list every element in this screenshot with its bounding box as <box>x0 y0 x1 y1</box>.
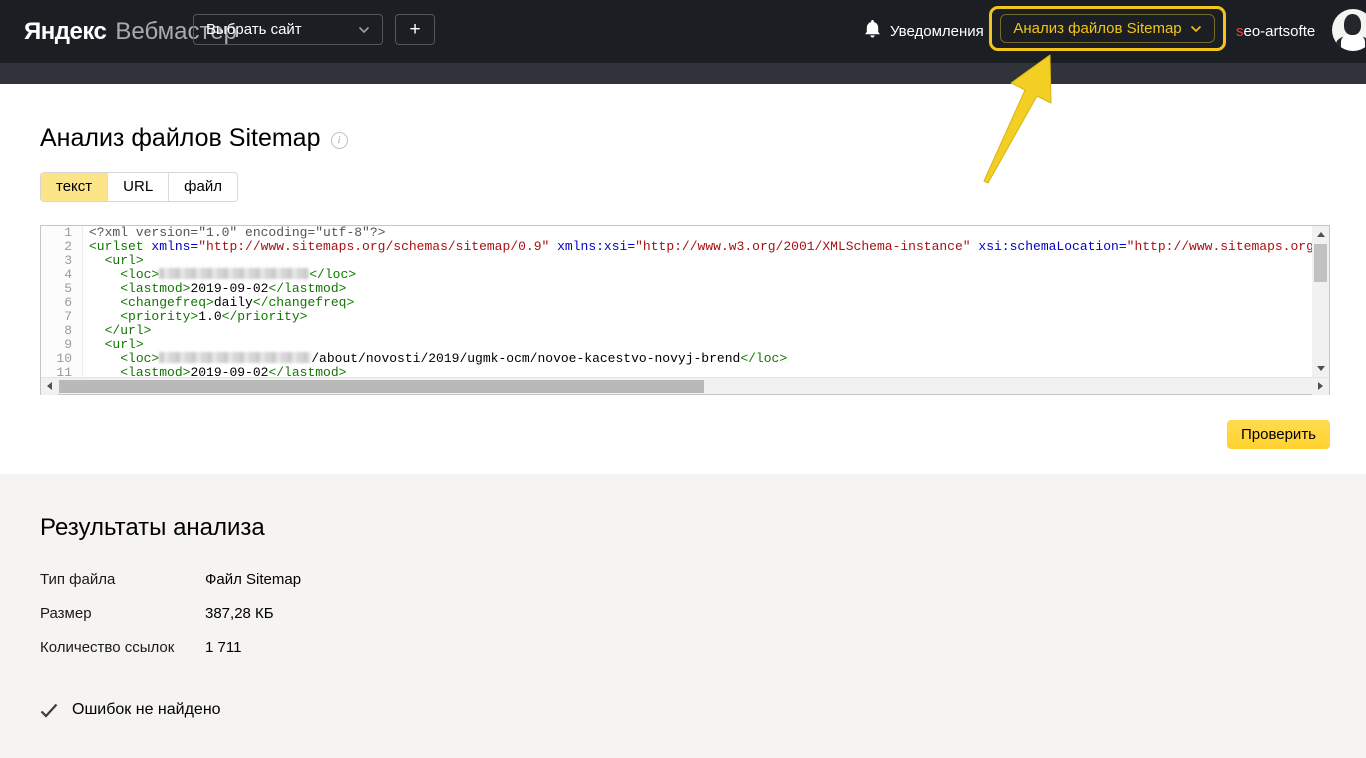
chevron-down-icon <box>1190 25 1202 33</box>
scroll-up-button[interactable] <box>1312 226 1329 243</box>
code-line[interactable]: 11 <lastmod>2019-09-02</lastmod> <box>41 366 1312 377</box>
results-table: Тип файла Файл Sitemap Размер 387,28 КБ … <box>40 571 301 673</box>
line-number: 5 <box>41 282 83 296</box>
username-first-letter: s <box>1236 23 1244 40</box>
scroll-left-button[interactable] <box>41 377 58 395</box>
sitemap-code-editor[interactable]: 1 <?xml version="1.0" encoding="utf-8"?> 2… <box>40 225 1330 395</box>
username-rest: eo-artsofte <box>1243 23 1316 40</box>
notifications-label: Уведомления <box>890 23 984 40</box>
results-heading: Результаты анализа <box>40 514 265 541</box>
secondary-nav-bar <box>0 63 1366 84</box>
vertical-scrollbar-thumb[interactable] <box>1314 244 1327 282</box>
sitemap-analysis-label: Анализ файлов Sitemap <box>1013 20 1182 37</box>
code-line[interactable]: 10 <loc>/about/novosti/2019/ugmk-ocm/nov… <box>41 352 1312 366</box>
table-row: Тип файла Файл Sitemap <box>40 571 301 588</box>
tab-url[interactable]: URL <box>107 173 169 201</box>
tab-file[interactable]: файл <box>168 173 237 201</box>
line-number: 8 <box>41 324 83 338</box>
line-number: 4 <box>41 268 83 282</box>
user-account[interactable]: s eo-artsofte <box>1236 0 1315 63</box>
horizontal-scrollbar-thumb[interactable] <box>59 379 704 393</box>
result-label-size: Размер <box>40 605 92 622</box>
code-line[interactable]: 6 <changefreq>daily</changefreq> <box>41 296 1312 310</box>
line-number: 3 <box>41 254 83 268</box>
line-number: 6 <box>41 296 83 310</box>
logo-yandex: Яндекс <box>24 17 107 45</box>
scroll-down-button[interactable] <box>1312 360 1329 377</box>
line-number: 2 <box>41 240 83 254</box>
result-value-file-type: Файл Sitemap <box>205 571 302 588</box>
code-lines[interactable]: 1 <?xml version="1.0" encoding="utf-8"?> 2… <box>41 226 1312 377</box>
avatar-shoulders <box>1341 33 1365 51</box>
status-no-errors: Ошибок не найдено <box>72 701 221 718</box>
table-row: Размер 387,28 КБ <box>40 605 301 622</box>
sitemap-analysis-dropdown[interactable]: Анализ файлов Sitemap <box>1000 14 1215 43</box>
code-line[interactable]: 3 <url> <box>41 254 1312 268</box>
notifications-button[interactable]: Уведомления <box>864 0 984 63</box>
line-number: 11 <box>41 366 83 377</box>
blurred-domain <box>159 352 312 363</box>
triangle-left-icon <box>47 382 52 390</box>
horizontal-scrollbar[interactable] <box>41 377 1329 395</box>
triangle-up-icon <box>1316 232 1325 237</box>
site-select-dropdown[interactable]: Выбрать сайт <box>193 14 383 45</box>
result-value-size: 387,28 КБ <box>205 605 274 622</box>
triangle-right-icon <box>1318 382 1323 390</box>
line-number: 7 <box>41 310 83 324</box>
code-line[interactable]: 2 <urlset xmlns="http://www.sitemaps.org/… <box>41 240 1312 254</box>
input-mode-tabs: текст URL файл <box>40 172 238 202</box>
tab-text[interactable]: текст <box>41 173 108 201</box>
line-number: 10 <box>41 352 83 366</box>
avatar-head-silhouette <box>1344 14 1361 35</box>
code-line[interactable]: 8 </url> <box>41 324 1312 338</box>
site-select-label: Выбрать сайт <box>206 21 302 38</box>
vertical-scrollbar[interactable] <box>1312 226 1329 377</box>
code-line[interactable]: 4 <loc> </loc> <box>41 268 1312 282</box>
status-row: Ошибок не найдено <box>40 701 221 719</box>
code-line[interactable]: 7 <priority>1.0</priority> <box>41 310 1312 324</box>
info-icon[interactable]: i <box>330 131 348 149</box>
top-header: Яндекс Вебмастер Выбрать сайт + Уведомле… <box>0 0 1366 63</box>
line-number: 9 <box>41 338 83 352</box>
line-number: 1 <box>41 226 83 240</box>
code-line[interactable]: 9 <url> <box>41 338 1312 352</box>
check-button[interactable]: Проверить <box>1227 420 1330 449</box>
code-line[interactable]: 1 <?xml version="1.0" encoding="utf-8"?> <box>41 226 1312 240</box>
scroll-right-button[interactable] <box>1312 377 1329 395</box>
sitemap-tool-highlight-annotation: Анализ файлов Sitemap <box>989 6 1226 51</box>
user-avatar[interactable] <box>1332 9 1366 51</box>
chevron-down-icon <box>358 26 370 34</box>
triangle-down-icon <box>1316 366 1325 371</box>
add-site-button[interactable]: + <box>395 14 435 45</box>
page-title: Анализ файлов Sitemap <box>40 124 321 152</box>
result-label-file-type: Тип файла <box>40 571 116 588</box>
code-line[interactable]: 5 <lastmod>2019-09-02</lastmod> <box>41 282 1312 296</box>
result-label-link-count: Количество ссылок <box>40 639 175 656</box>
checkmark-icon <box>40 703 58 718</box>
analysis-results-section: Результаты анализа Тип файла Файл Sitema… <box>0 474 1366 758</box>
bell-icon <box>864 20 881 43</box>
blurred-domain <box>159 268 310 279</box>
table-row: Количество ссылок 1 711 <box>40 639 301 656</box>
result-value-link-count: 1 711 <box>205 639 242 656</box>
